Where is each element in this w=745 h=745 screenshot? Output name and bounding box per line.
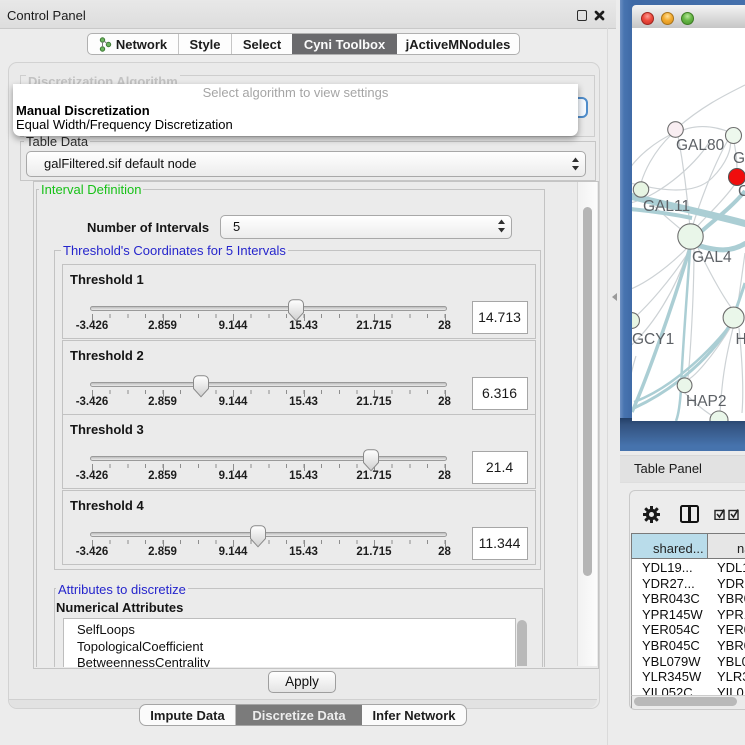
svg-text:C: C — [738, 183, 745, 200]
svg-text:H: H — [736, 331, 745, 348]
svg-text:GCY1: GCY1 — [632, 331, 674, 348]
svg-text:GAL11: GAL11 — [643, 198, 690, 215]
svg-text:HAP2: HAP2 — [686, 393, 727, 410]
svg-text:GAL80: GAL80 — [676, 137, 725, 154]
svg-text:G: G — [733, 150, 745, 167]
svg-text:GAL4: GAL4 — [692, 249, 732, 266]
